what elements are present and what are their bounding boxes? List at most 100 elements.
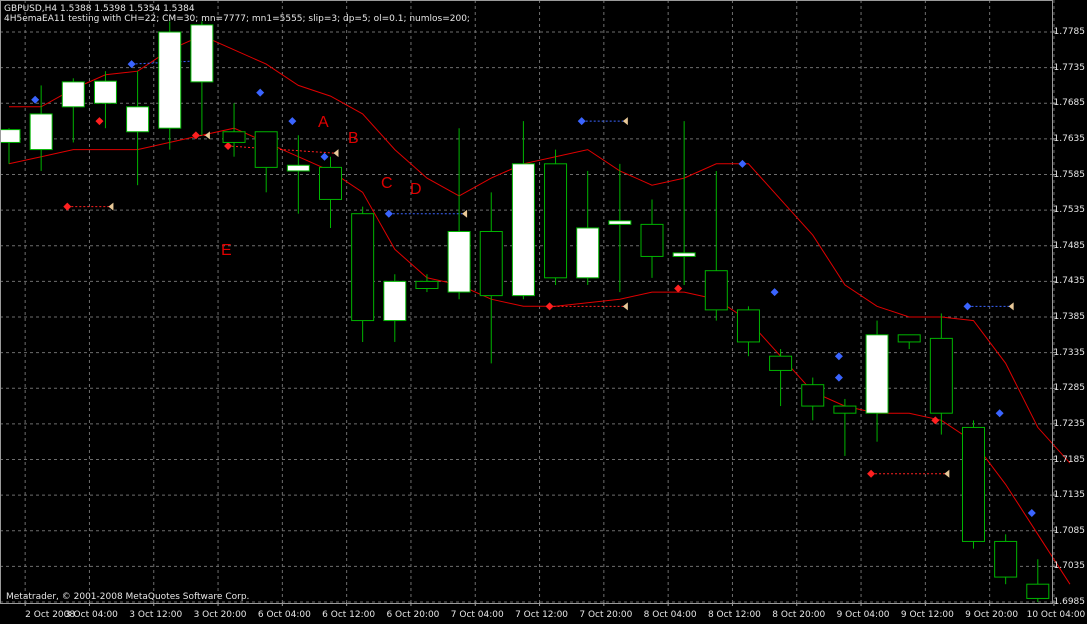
sell-arrow-icon <box>931 416 940 425</box>
y-axis-label: 1.7585 <box>1053 169 1086 180</box>
y-axis-label: 1.7235 <box>1053 418 1086 429</box>
candle <box>1026 559 1050 602</box>
candle <box>126 71 150 186</box>
candle <box>608 163 632 293</box>
entry-marker <box>834 352 843 361</box>
candle-body <box>544 163 568 279</box>
candle-body <box>608 220 632 225</box>
entry-marker <box>127 60 136 69</box>
trade-link <box>228 145 335 154</box>
x-axis-label: 6 Oct 04:00 <box>257 610 311 620</box>
entry-marker <box>738 159 747 168</box>
y-axis-label: 1.7535 <box>1053 205 1086 216</box>
candle-body <box>190 24 214 83</box>
x-axis-label: 8 Oct 04:00 <box>643 610 697 620</box>
candle-body <box>672 252 696 257</box>
entry-marker <box>867 469 876 478</box>
x-axis-label: 7 Oct 20:00 <box>579 610 633 620</box>
entry-marker <box>320 152 329 161</box>
sell-arrow-icon <box>63 202 114 211</box>
candle <box>736 306 760 357</box>
candle <box>479 192 503 364</box>
price-chart[interactable] <box>0 0 1087 624</box>
candle-body <box>158 31 182 129</box>
candle-body <box>833 405 857 414</box>
buy-arrow-icon <box>834 373 843 382</box>
entry-marker <box>288 117 297 126</box>
candle-body <box>383 280 407 322</box>
y-axis-label: 1.7635 <box>1053 133 1086 144</box>
y-axis-label: 1.7185 <box>1053 454 1086 465</box>
close-marker-icon <box>108 202 114 211</box>
sell-arrow-icon <box>674 284 683 293</box>
candle-body <box>93 80 117 104</box>
buy-arrow-icon <box>320 152 329 161</box>
buy-arrow-icon <box>31 95 40 104</box>
buy-arrow-icon <box>577 117 628 126</box>
candle-body <box>1026 583 1050 599</box>
candle-body <box>447 231 471 293</box>
candle-body <box>801 384 825 407</box>
buy-arrow-icon <box>384 209 468 218</box>
candle <box>929 313 953 435</box>
candle-body <box>769 355 793 371</box>
x-axis-label: 8 Oct 20:00 <box>772 610 826 620</box>
candle <box>576 170 600 285</box>
entry-marker <box>770 288 779 297</box>
y-axis-label: 1.7285 <box>1053 383 1086 394</box>
candle-body <box>929 337 953 414</box>
candle-body <box>254 131 278 168</box>
candle-body <box>865 334 889 414</box>
candle-body <box>126 106 150 133</box>
candle <box>319 156 342 228</box>
annotation-e: E <box>221 242 232 259</box>
entry-marker <box>931 416 940 425</box>
candle <box>769 349 793 407</box>
annotation-a: A <box>318 114 329 131</box>
candle-body <box>0 129 21 143</box>
entry-marker <box>31 95 40 104</box>
candle <box>994 534 1018 585</box>
y-axis-label: 1.7035 <box>1053 561 1086 572</box>
candle <box>383 274 407 342</box>
buy-arrow-icon <box>256 88 265 97</box>
y-axis-label: 1.7085 <box>1053 525 1086 536</box>
buy-arrow-icon <box>770 288 779 297</box>
candle-body <box>511 163 535 297</box>
y-axis-label: 1.7485 <box>1053 240 1086 251</box>
annotation-b: B <box>348 130 359 147</box>
y-axis-label: 1.7735 <box>1053 62 1086 73</box>
x-axis-label: 6 Oct 12:00 <box>322 610 376 620</box>
candle <box>544 149 568 285</box>
entry-marker <box>95 117 104 126</box>
chart-window[interactable]: GBPUSD,H4 1.5388 1.5398 1.5354 1.5384 4H… <box>0 0 1087 624</box>
sell-arrow-icon <box>545 302 628 311</box>
buy-arrow-icon <box>963 302 1014 311</box>
candle-body <box>351 213 375 322</box>
buy-arrow-icon <box>738 159 747 168</box>
close-marker-icon <box>333 149 339 158</box>
candle-body <box>576 227 600 279</box>
candle-body <box>286 164 310 172</box>
candle <box>0 128 21 164</box>
expert-advisor-info: 4H5emaEA11 testing with CH=22; CM=30; mn… <box>4 14 470 24</box>
close-marker-icon <box>462 209 468 218</box>
candle <box>351 206 375 342</box>
close-marker-icon <box>204 131 210 140</box>
candle-body <box>897 334 921 343</box>
x-axis-label: 8 Oct 12:00 <box>707 610 761 620</box>
x-axis-label: 3 Oct 04:00 <box>64 610 118 620</box>
candle-body <box>319 166 342 200</box>
candle <box>833 398 857 456</box>
sell-arrow-icon <box>867 469 950 478</box>
candle-body <box>479 231 503 297</box>
y-axis-label: 1.7335 <box>1053 347 1086 358</box>
candle <box>190 21 214 136</box>
entry-marker <box>256 88 265 97</box>
candle-body <box>29 113 53 151</box>
sell-arrow-icon <box>191 131 210 140</box>
x-axis-label: 7 Oct 12:00 <box>515 610 569 620</box>
annotation-d: D <box>410 181 422 198</box>
x-axis-label: 9 Oct 04:00 <box>836 610 890 620</box>
entry-marker <box>674 284 683 293</box>
